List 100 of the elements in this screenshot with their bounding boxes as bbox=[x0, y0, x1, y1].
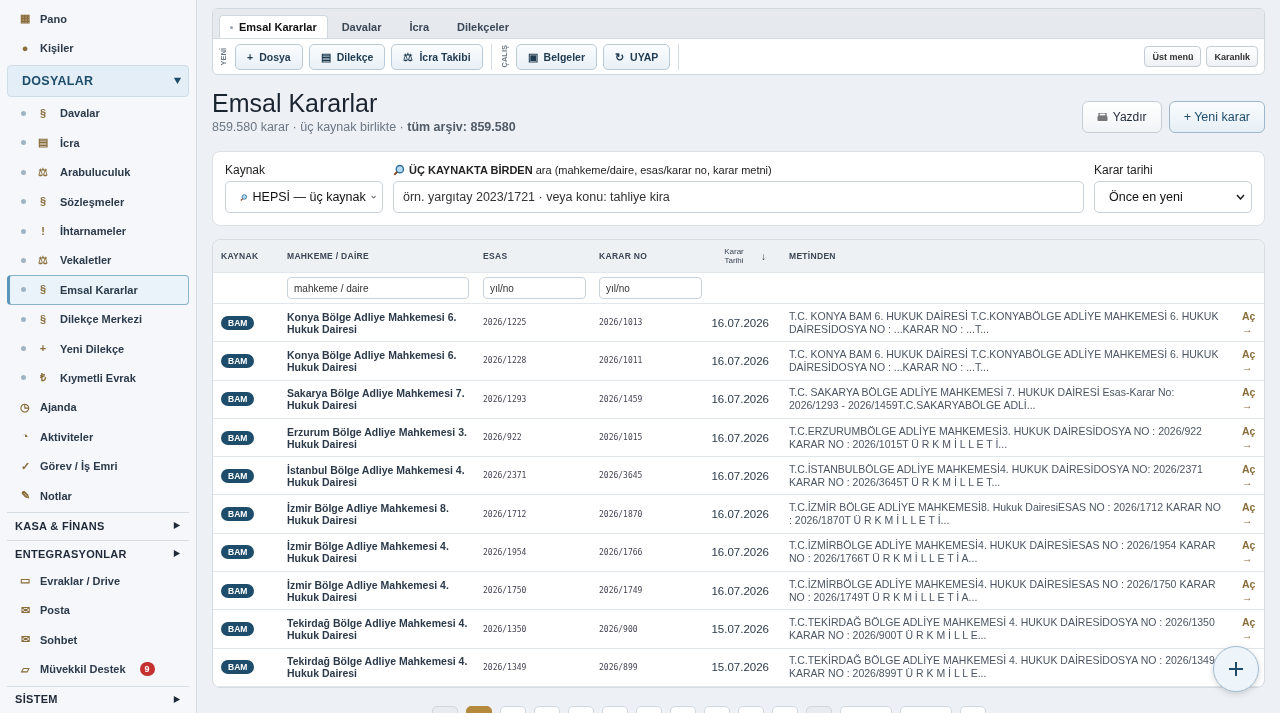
esas-cell: 2026/2371 bbox=[483, 471, 527, 481]
item-icon: ⚖ bbox=[38, 254, 48, 266]
toolbar-button[interactable]: ▤ Dilekçe bbox=[308, 43, 386, 70]
decision-number-cell: 2026/1766 bbox=[599, 547, 643, 557]
sidebar-item[interactable]: ● Kişiler bbox=[7, 33, 189, 63]
sidebar-item[interactable]: § Emsal Kararlar bbox=[7, 275, 189, 305]
sidebar-section[interactable]: SİSTEM bbox=[7, 685, 189, 712]
print-button[interactable]: Yazdır bbox=[1081, 101, 1162, 133]
decision-number-cell: 2026/899 bbox=[599, 662, 638, 672]
column-filter-field[interactable]: yıl/no bbox=[599, 277, 702, 299]
sidebar-item[interactable]: § Davalar bbox=[7, 98, 189, 129]
column-header[interactable]: MAHKEME / DAİRE bbox=[287, 251, 369, 261]
toolbar-button[interactable]: ↻ UYAP bbox=[603, 43, 671, 70]
page-subtitle: 859.580 karar · üç kaynak birlikte · tüm arşiv: 859.580 bbox=[212, 120, 516, 134]
date-sort-select[interactable]: Önce en yeni bbox=[1094, 181, 1252, 213]
item-icon: ₺ bbox=[38, 372, 48, 384]
active-dot-icon bbox=[230, 25, 233, 29]
sidebar-item[interactable]: + Yeni Dilekçe bbox=[7, 333, 189, 364]
sidebar-item[interactable]: ◔ Aktiviteler bbox=[7, 422, 189, 452]
column-header[interactable]: KAYNAK bbox=[221, 251, 259, 261]
open-link[interactable]: Aç → bbox=[1242, 501, 1256, 528]
court-cell-text: İzmir Bölge Adliye Mahkemesi 8. Hukuk Dairesi bbox=[287, 502, 450, 527]
esas-cell: 2026/922 bbox=[483, 433, 522, 443]
sidebar-item[interactable]: § Sözleşmeler bbox=[7, 186, 189, 217]
open-link[interactable]: Aç → bbox=[1242, 386, 1256, 413]
sidebar-item[interactable]: ✉ Posta bbox=[7, 595, 189, 626]
sidebar-item[interactable]: ✎ Notlar bbox=[7, 480, 189, 511]
source-badge: BAM bbox=[221, 392, 255, 407]
item-icon: § bbox=[38, 313, 48, 325]
open-link[interactable]: Aç → bbox=[1242, 309, 1256, 336]
excerpt-cell-text: T.C.İZMİR BÖLGE ADLİYE MAHKEMESİ8. Hukuk DairesiESAS NO : 2026/1712 KARAR NO : 2026/1870T Ü R K M İ L L E T İ... bbox=[789, 501, 1222, 528]
tab[interactable]: Emsal Kararlar bbox=[219, 15, 328, 38]
toolbar-button[interactable]: ⚖ İcra Takibi bbox=[391, 43, 483, 70]
toolbar-button[interactable]: + Dosya bbox=[235, 43, 303, 70]
sidebar-item[interactable]: ✉ Sohbet bbox=[7, 625, 189, 655]
source-badge: BAM bbox=[221, 507, 255, 522]
date-cell: 16.07.2026 bbox=[711, 431, 769, 444]
sidebar-section[interactable]: ENTEGRASYONLAR bbox=[7, 540, 189, 567]
sidebar-item[interactable]: ▦ Pano bbox=[7, 4, 189, 34]
bullet-icon bbox=[21, 287, 26, 293]
sidebar-item[interactable]: ◷ Ajanda bbox=[7, 392, 189, 423]
source-badge: BAM bbox=[221, 622, 255, 636]
sidebar-item[interactable]: § Dilekçe Merkezi bbox=[7, 304, 189, 334]
toolbar-button[interactable]: Üst menü bbox=[1144, 46, 1202, 67]
open-link[interactable]: Aç → bbox=[1242, 462, 1256, 489]
sidebar-item[interactable]: ₺ Kıymetli Evrak bbox=[7, 363, 189, 393]
court-cell-text: İstanbul Bölge Adliye Mahkemesi 4. Hukuk Dairesi bbox=[287, 463, 466, 488]
column-header[interactable]: ESAS bbox=[483, 251, 508, 261]
sidebar-item[interactable]: ⚖ Arabuluculuk bbox=[7, 157, 189, 187]
sidebar-section[interactable]: DOSYALAR bbox=[7, 64, 189, 97]
decision-number-cell: 2026/1870 bbox=[599, 509, 643, 519]
open-link[interactable]: Aç → bbox=[1242, 424, 1256, 451]
date-cell: 16.07.2026 bbox=[711, 584, 769, 597]
column-header[interactable]: Karar Tarihi bbox=[719, 247, 749, 265]
item-icon: ▦ bbox=[20, 13, 30, 25]
bullet-icon bbox=[21, 140, 26, 146]
bullet-icon bbox=[21, 346, 26, 352]
column-filter-field[interactable]: yıl/no bbox=[483, 277, 586, 299]
expand-arrow-icon bbox=[173, 76, 182, 86]
sidebar-item[interactable]: ⚖ Vekaletler bbox=[7, 245, 189, 276]
sidebar-item[interactable]: ▱ Müvekkil Destek 9 bbox=[7, 654, 189, 684]
esas-cell: 2026/1750 bbox=[483, 586, 527, 596]
open-link[interactable]: Aç → bbox=[1242, 577, 1256, 604]
open-link[interactable]: Aç → bbox=[1242, 539, 1256, 566]
tab[interactable]: İcra bbox=[395, 16, 443, 38]
search-field[interactable]: örn. yargıtay 2023/1721 · veya konu: tahliye kira bbox=[393, 181, 1084, 213]
column-filter-field[interactable]: mahkeme / daire bbox=[287, 277, 469, 299]
expand-arrow-icon bbox=[172, 521, 181, 531]
excerpt-cell-text: T.C.TEKİRDAĞ BÖLGE ADLİYE MAHKEMESİ 4. HUKUK DAİRESİDOSYA NO : 2026/1349 KARAR NO : 2026/899T Ü R K M İ L L E... bbox=[789, 654, 1216, 681]
column-header[interactable]: KARAR NO bbox=[599, 251, 648, 261]
excerpt-cell-text: T.C.İZMİRBÖLGE ADLİYE MAHKEMESİ4. HUKUK DAİRESİESAS NO : 2026/1750 KARAR NO : 2026/1749T Ü R K M İ L L E T İ A... bbox=[789, 577, 1217, 604]
item-icon: ! bbox=[38, 225, 48, 237]
field-label: Karar tarihi bbox=[1094, 162, 1154, 177]
court-cell-text: İzmir Bölge Adliye Mahkemesi 4. Hukuk Dairesi bbox=[287, 540, 450, 565]
excerpt-cell-text: T.C. KONYA BAM 6. HUKUK DAİRESİ T.C.KONYABÖLGE ADLİYE MAHKEMESİ 6. HUKUK DAİRESİDOSYA NO : ...KARAR NO : ...T... bbox=[789, 347, 1220, 374]
court-cell-text: Tekirdağ Bölge Adliye Mahkemesi 4. Hukuk Dairesi bbox=[287, 655, 469, 680]
page-title: Emsal Kararlar bbox=[212, 89, 379, 117]
item-icon: ▱ bbox=[20, 663, 30, 675]
sidebar-section[interactable]: KASA & FİNANS bbox=[7, 512, 189, 539]
tab[interactable]: Davalar bbox=[327, 16, 396, 38]
sort-arrow[interactable]: ↓ bbox=[761, 250, 766, 262]
new-decision-button[interactable]: + Yeni karar bbox=[1168, 101, 1265, 133]
source-select[interactable]: HEPSİ — üç kaynak bbox=[225, 181, 383, 213]
source-badge: BAM bbox=[221, 583, 255, 598]
open-link[interactable]: Aç → bbox=[1242, 347, 1256, 374]
bullet-icon bbox=[21, 199, 26, 205]
court-cell-text: Sakarya Bölge Adliye Mahkemesi 7. Hukuk Dairesi bbox=[287, 387, 466, 412]
date-cell: 16.07.2026 bbox=[711, 393, 769, 406]
sidebar-item[interactable]: ✓ Görev / İş Emri bbox=[7, 451, 189, 481]
decision-number-cell: 2026/1459 bbox=[599, 394, 643, 404]
sidebar-item[interactable]: ▤ İcra bbox=[7, 128, 189, 158]
source-badge: BAM bbox=[221, 660, 255, 675]
toolbar-button[interactable]: ▣ Belgeler bbox=[515, 43, 598, 70]
open-link[interactable]: Aç → bbox=[1242, 616, 1256, 642]
sidebar-item[interactable]: ▭ Evraklar / Drive bbox=[7, 566, 189, 596]
item-icon: § bbox=[38, 284, 48, 296]
sidebar-item[interactable]: ! İhtarnameler bbox=[7, 216, 189, 246]
toolbar-button[interactable]: Karanlık bbox=[1206, 46, 1258, 67]
column-header[interactable]: METİNDEN bbox=[789, 251, 836, 261]
tab[interactable]: Dilekçeler bbox=[443, 16, 523, 38]
